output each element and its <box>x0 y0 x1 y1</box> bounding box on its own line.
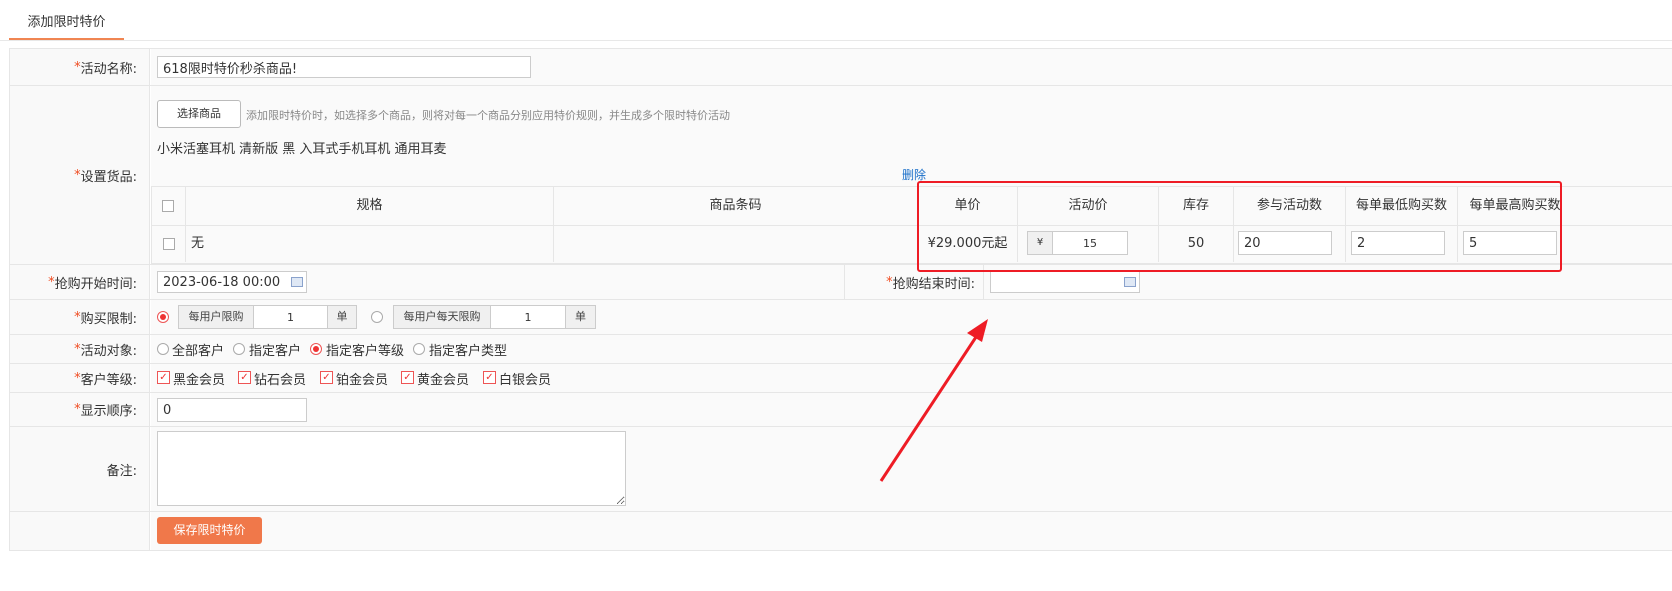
annotation-arrow <box>879 319 988 482</box>
arrow-head <box>967 319 988 342</box>
arrow-shaft <box>879 333 980 482</box>
